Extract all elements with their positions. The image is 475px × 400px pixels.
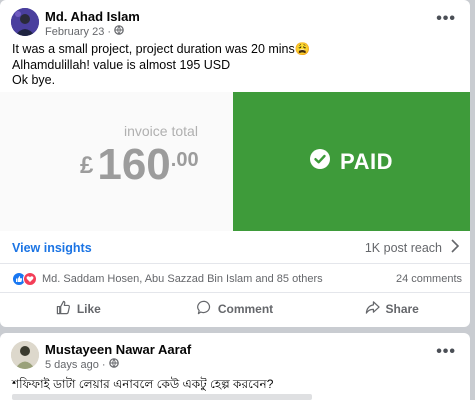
reactions-summary[interactable]: Md. Saddam Hosen, Abu Sazzad Bin Islam a…: [42, 273, 323, 285]
meta-separator: ·: [107, 25, 111, 38]
paid-panel: PAID: [233, 92, 470, 231]
comment-button[interactable]: Comment: [157, 294, 314, 324]
like-label: Like: [76, 302, 101, 316]
like-button[interactable]: Like: [0, 294, 157, 324]
post-text-line: It was a small project, project duration…: [12, 42, 311, 56]
post-date[interactable]: February 23: [45, 26, 104, 38]
clipped-text-line: [12, 394, 312, 400]
post-reach[interactable]: 1K post reach: [365, 241, 442, 255]
share-button[interactable]: Share: [313, 294, 470, 324]
more-options-icon[interactable]: •••: [436, 343, 456, 361]
post-card: Md. Ahad Islam February 23 · ••• It was …: [0, 0, 470, 327]
globe-icon: [108, 358, 119, 371]
post-card: Mustayeen Nawar Aaraf 5 days ago · ••• শ…: [0, 333, 470, 400]
post-meta: February 23 ·: [45, 25, 124, 38]
invoice-amount-int: 160: [97, 140, 171, 189]
reaction-icons[interactable]: [12, 272, 37, 286]
post-text-line: Alhamdulillah! value is almost 195 USD: [12, 57, 231, 72]
share-icon: [365, 300, 380, 318]
chevron-right-icon[interactable]: [450, 238, 460, 259]
invoice-image[interactable]: invoice total £ 160 .00 PAID: [0, 92, 470, 231]
thumbs-up-icon: [56, 300, 71, 318]
invoice-amount: £ 160 .00: [80, 140, 199, 190]
post-text: It was a small project, project duration…: [12, 42, 310, 89]
reactions-row: Md. Saddam Hosen, Abu Sazzad Bin Islam a…: [0, 265, 470, 293]
invoice-total-panel: invoice total £ 160 .00: [0, 92, 233, 231]
meta-separator: ·: [101, 358, 106, 371]
invoice-currency: £: [80, 152, 94, 179]
post-meta: 5 days ago ·: [45, 358, 119, 371]
author-avatar[interactable]: [11, 341, 39, 369]
insights-row: View insights 1K post reach: [0, 232, 470, 264]
check-circle-icon: [310, 149, 331, 174]
invoice-amount-dec: .00: [170, 149, 199, 171]
comment-label: Comment: [217, 302, 274, 316]
post-text-line: Ok bye.: [12, 73, 56, 87]
post-date[interactable]: 5 days ago: [45, 359, 99, 371]
author-name[interactable]: Md. Ahad Islam: [45, 9, 140, 24]
more-options-icon[interactable]: •••: [436, 10, 456, 28]
paid-status: PAID: [340, 148, 393, 174]
author-name[interactable]: Mustayeen Nawar Aaraf: [45, 342, 191, 357]
comment-icon: [196, 300, 212, 318]
post-actions: Like Comment Share: [0, 294, 470, 324]
love-reaction-icon: [23, 272, 37, 286]
author-avatar[interactable]: [11, 8, 39, 36]
globe-icon: [114, 25, 124, 38]
invoice-label: invoice total: [124, 123, 198, 139]
comments-count[interactable]: 24 comments: [396, 273, 462, 285]
post-text: শফিফাই ডাটা লেয়ার এনাবলে কেউ একটু হেল্প…: [12, 377, 274, 391]
share-label: Share: [385, 302, 419, 316]
view-insights-link[interactable]: View insights: [12, 241, 92, 255]
